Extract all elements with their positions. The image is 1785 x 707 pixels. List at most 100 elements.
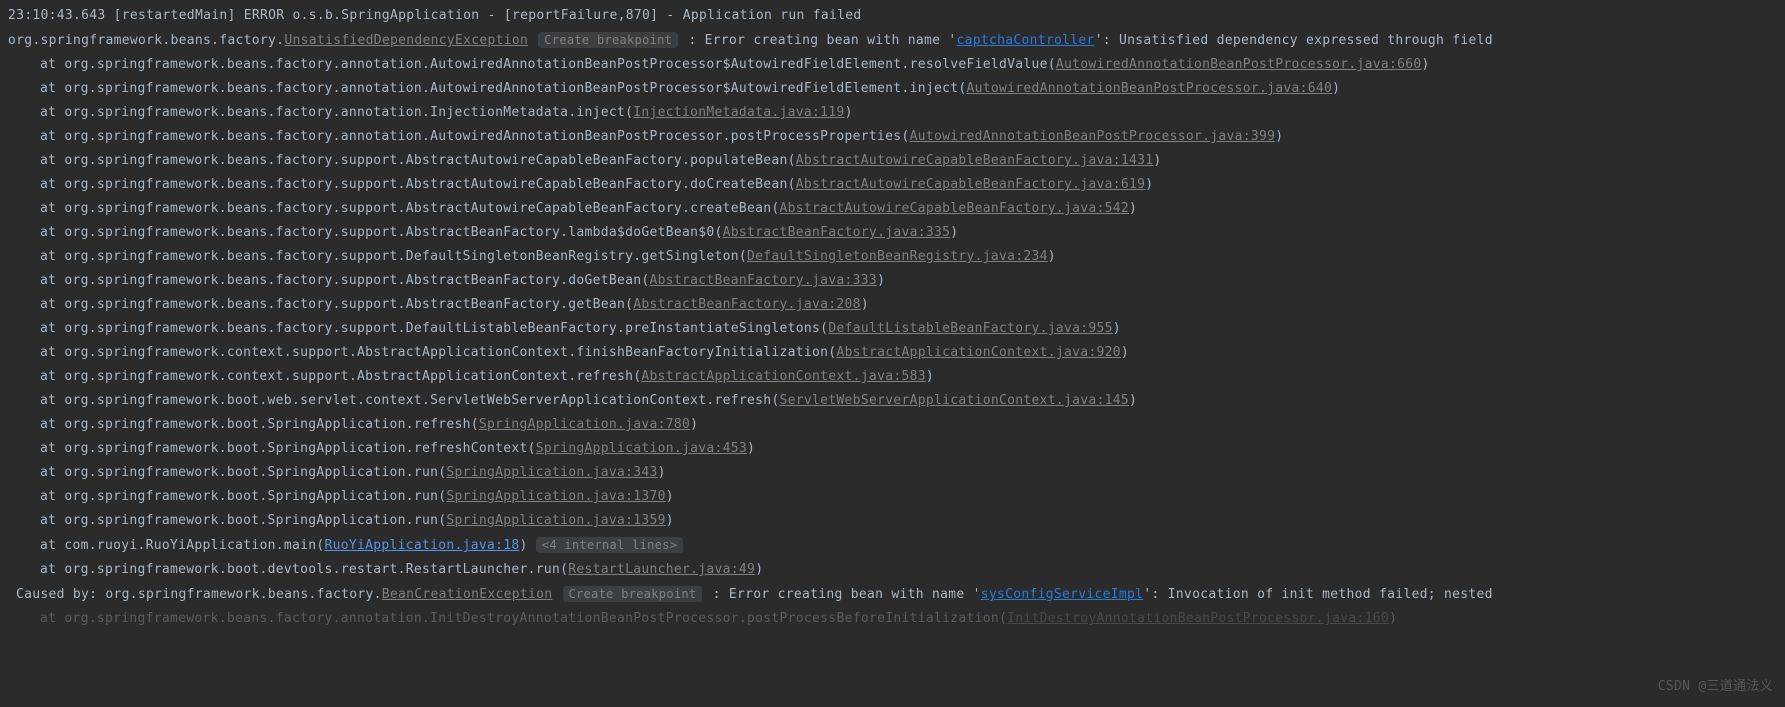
at-keyword: at — [40, 465, 56, 480]
at-keyword: at — [40, 177, 56, 192]
at-keyword: at — [40, 153, 56, 168]
source-link[interactable]: ServletWebServerApplicationContext.java:… — [780, 393, 1129, 408]
stack-frame: at org.springframework.beans.factory.ann… — [8, 77, 1777, 101]
bean-link[interactable]: sysConfigServiceImpl — [981, 587, 1144, 602]
stack-frame: at org.springframework.boot.web.servlet.… — [8, 389, 1777, 413]
error-prefix: : Error creating bean with name ' — [713, 587, 981, 602]
at-keyword: at — [40, 321, 56, 336]
stack-frame: at org.springframework.context.support.A… — [8, 365, 1777, 389]
source-link[interactable]: DefaultSingletonBeanRegistry.java:234 — [747, 249, 1048, 264]
package-path: org.springframework.beans.factory.suppor… — [56, 225, 722, 240]
source-link[interactable]: DefaultListableBeanFactory.java:955 — [828, 321, 1112, 336]
stack-frame: at org.springframework.beans.factory.ann… — [8, 125, 1777, 149]
source-link[interactable]: SpringApplication.java:1359 — [446, 513, 665, 528]
stack-frame: at org.springframework.boot.SpringApplic… — [8, 461, 1777, 485]
source-link[interactable]: AbstractApplicationContext.java:583 — [641, 369, 925, 384]
user-stack-frame: ⊞ at com.ruoyi.RuoYiApplication.main(Ruo… — [8, 533, 1777, 558]
error-suffix: ': Invocation of init method failed; nes… — [1143, 587, 1492, 602]
package-path: org.springframework.beans.factory.annota… — [56, 105, 633, 120]
source-link[interactable]: AutowiredAnnotationBeanPostProcessor.jav… — [910, 129, 1276, 144]
bean-link[interactable]: captchaController — [957, 33, 1095, 48]
package-path: org.springframework.beans.factory.suppor… — [56, 153, 796, 168]
at-keyword: at — [40, 393, 56, 408]
source-link[interactable]: AbstractAutowireCapableBeanFactory.java:… — [796, 153, 1154, 168]
at-keyword: at — [40, 105, 56, 120]
source-link[interactable]: AbstractApplicationContext.java:920 — [836, 345, 1120, 360]
at-keyword: at — [40, 81, 56, 96]
stack-frame: at org.springframework.boot.SpringApplic… — [8, 509, 1777, 533]
stack-frame: at org.springframework.beans.factory.sup… — [8, 293, 1777, 317]
source-link[interactable]: AutowiredAnnotationBeanPostProcessor.jav… — [966, 81, 1332, 96]
at-keyword: at — [40, 369, 56, 384]
stack-frame: at org.springframework.beans.factory.sup… — [8, 269, 1777, 293]
package-path: org.springframework.beans.factory.annota… — [64, 611, 1007, 626]
package-path: com.ruoyi.RuoYiApplication.main( — [64, 538, 324, 553]
internal-lines-badge[interactable]: <4 internal lines> — [536, 537, 683, 553]
at-keyword: at — [40, 538, 56, 553]
source-link[interactable]: RestartLauncher.java:49 — [568, 562, 755, 577]
source-link[interactable]: SpringApplication.java:1370 — [446, 489, 665, 504]
create-breakpoint-button[interactable]: Create breakpoint — [538, 32, 678, 48]
at-keyword: at — [40, 273, 56, 288]
package-path: org.springframework.boot.SpringApplicati… — [56, 417, 479, 432]
source-link[interactable]: SpringApplication.java:780 — [479, 417, 690, 432]
source-link[interactable]: SpringApplication.java:343 — [446, 465, 657, 480]
exception-line: org.springframework.beans.factory.Unsati… — [8, 28, 1777, 53]
package-path: org.springframework.beans.factory.annota… — [56, 57, 1056, 72]
caused-by-prefix: Caused by: org.springframework.beans.fac… — [16, 587, 382, 602]
logger: o.s.b.SpringApplication — [293, 8, 480, 23]
package-path: org.springframework.boot.SpringApplicati… — [56, 489, 446, 504]
source-link[interactable]: AbstractAutowireCapableBeanFactory.java:… — [796, 177, 1145, 192]
thread: [restartedMain] — [114, 8, 236, 23]
stack-frame: at org.springframework.context.support.A… — [8, 341, 1777, 365]
source-link[interactable]: AbstractBeanFactory.java:335 — [723, 225, 951, 240]
watermark: CSDN @三道通法义 — [1658, 675, 1773, 699]
at-keyword: at — [40, 611, 56, 626]
source-link[interactable]: AbstractBeanFactory.java:208 — [633, 297, 861, 312]
at-keyword: at — [40, 513, 56, 528]
exception-class-link[interactable]: BeanCreationException — [382, 587, 553, 602]
package-path: org.springframework.beans.factory.suppor… — [56, 273, 649, 288]
location: [reportFailure,870] — [504, 8, 658, 23]
package-path: org.springframework.boot.SpringApplicati… — [56, 513, 446, 528]
message: Application run failed — [683, 8, 862, 23]
package-path: org.springframework.beans.factory.suppor… — [56, 201, 779, 216]
stack-frame: at org.springframework.beans.factory.sup… — [8, 173, 1777, 197]
at-keyword: at — [40, 57, 56, 72]
package-path: org.springframework.boot.SpringApplicati… — [56, 441, 535, 456]
at-keyword: at — [40, 297, 56, 312]
stack-frame: at org.springframework.beans.factory.sup… — [8, 221, 1777, 245]
source-link[interactable]: SpringApplication.java:453 — [536, 441, 747, 456]
at-keyword: at — [40, 562, 56, 577]
caused-by-line: Caused by: org.springframework.beans.fac… — [8, 582, 1777, 607]
at-keyword: at — [40, 441, 56, 456]
source-link[interactable]: AbstractBeanFactory.java:333 — [650, 273, 878, 288]
package-path: org.springframework.boot.devtools.restar… — [64, 562, 568, 577]
package-path: org.springframework.beans.factory.suppor… — [56, 249, 747, 264]
at-keyword: at — [40, 225, 56, 240]
package-path: org.springframework.beans.factory.annota… — [56, 81, 966, 96]
stack-frame: at org.springframework.beans.factory.ann… — [8, 607, 1777, 631]
create-breakpoint-button[interactable]: Create breakpoint — [563, 586, 703, 602]
at-keyword: at — [40, 249, 56, 264]
stack-frame: at org.springframework.boot.SpringApplic… — [8, 485, 1777, 509]
at-keyword: at — [40, 417, 56, 432]
exception-class-link[interactable]: UnsatisfiedDependencyException — [284, 33, 528, 48]
source-link[interactable]: RuoYiApplication.java:18 — [324, 538, 519, 553]
source-link[interactable]: AutowiredAnnotationBeanPostProcessor.jav… — [1056, 57, 1422, 72]
source-link[interactable]: InjectionMetadata.java:119 — [633, 105, 844, 120]
error-prefix: : Error creating bean with name ' — [688, 33, 956, 48]
at-keyword: at — [40, 489, 56, 504]
package-path: org.springframework.boot.web.servlet.con… — [56, 393, 779, 408]
stack-frame: at org.springframework.boot.devtools.res… — [8, 558, 1777, 582]
timestamp: 23:10:43.643 — [8, 8, 106, 23]
at-keyword: at — [40, 201, 56, 216]
at-keyword: at — [40, 345, 56, 360]
package-path: org.springframework.beans.factory. — [8, 33, 284, 48]
stack-frame: at org.springframework.boot.SpringApplic… — [8, 437, 1777, 461]
stack-frame: at org.springframework.beans.factory.sup… — [8, 149, 1777, 173]
source-link[interactable]: AbstractAutowireCapableBeanFactory.java:… — [780, 201, 1129, 216]
stack-frame: at org.springframework.beans.factory.ann… — [8, 53, 1777, 77]
stack-frame: at org.springframework.boot.SpringApplic… — [8, 413, 1777, 437]
source-link[interactable]: InitDestroyAnnotationBeanPostProcessor.j… — [1007, 611, 1389, 626]
